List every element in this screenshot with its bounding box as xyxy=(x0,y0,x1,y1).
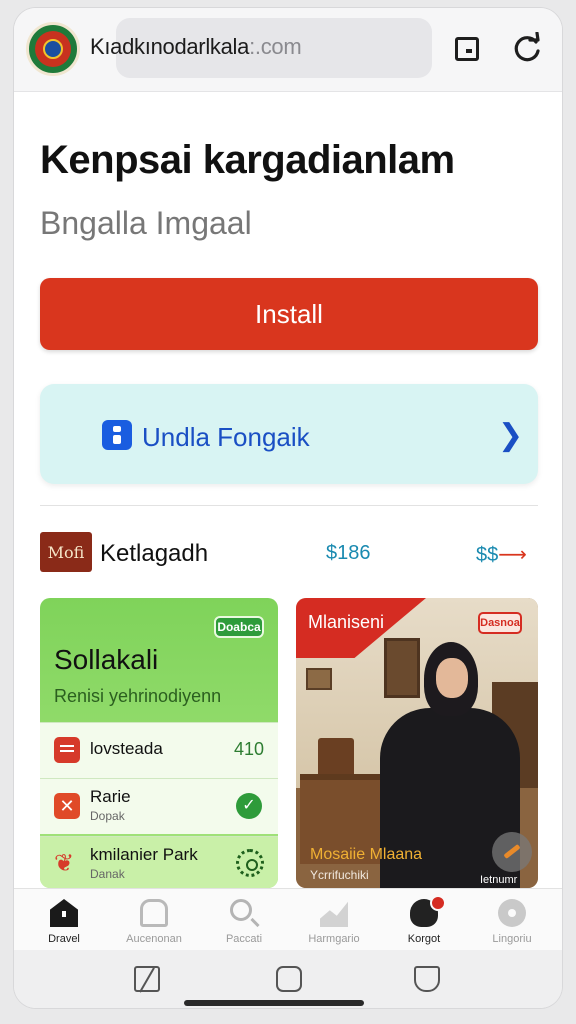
home-button-icon[interactable] xyxy=(276,966,302,992)
user-icon xyxy=(410,895,446,927)
category-header: Mofi Ketlagadh $186 $$⟶ xyxy=(40,530,538,574)
home-icon xyxy=(50,899,78,927)
address-bar-text[interactable]: Kıadkınodarlkala:.com xyxy=(90,34,302,60)
photo-card-badge: Dasnoa xyxy=(478,612,522,634)
green-card-title: Sollakali xyxy=(54,644,159,675)
url-tld: :.com xyxy=(249,34,302,59)
emblem-logo-icon[interactable] xyxy=(26,22,80,76)
tab-label: Harmgario xyxy=(308,933,360,945)
leaf-icon: ❦ xyxy=(54,850,75,877)
list-item-label: lovsteada xyxy=(90,739,163,758)
bus-icon xyxy=(140,899,168,927)
tabs-icon[interactable] xyxy=(450,32,484,66)
tab-dravel[interactable]: Dravel xyxy=(18,889,110,951)
list-item-sub: Dopak xyxy=(90,809,125,823)
tab-harmgario[interactable]: Harmgario xyxy=(288,889,380,951)
green-promo-card[interactable]: Doabca Sollakali Renisi yehrinodiyenn lo… xyxy=(40,598,278,888)
tab-korgot[interactable]: Korgot xyxy=(378,889,470,951)
category-badge: Mofi xyxy=(40,532,92,572)
info-card-link[interactable]: Undla Fongaik ❯ xyxy=(40,384,538,484)
tab-paccati[interactable]: Paccati xyxy=(198,889,290,951)
tab-aucenonan[interactable]: Aucenonan xyxy=(108,889,200,951)
home-indicator[interactable] xyxy=(184,1000,364,1006)
edit-icon[interactable] xyxy=(492,832,532,872)
photo-card-action-label: Ietnumr xyxy=(480,874,518,886)
category-price: $186 xyxy=(326,542,371,564)
list-item-label: Rarie xyxy=(90,787,131,806)
list-item[interactable]: ❦ kmilanier Park Danak xyxy=(40,836,278,888)
category-title: Ketlagadh xyxy=(100,540,209,567)
green-card-badge: Doabca xyxy=(214,616,264,638)
bottom-tab-bar: Dravel Aucenonan Paccati Harmgario Korgo… xyxy=(14,888,562,950)
browser-toolbar: Kıadkınodarlkala:.com xyxy=(14,8,562,92)
photo-card-title: Mlaniseni xyxy=(308,612,385,632)
tab-label: Paccati xyxy=(225,933,263,945)
tab-label: Aucenonan xyxy=(126,933,182,945)
green-card-subtitle: Renisi yehrinodiyenn xyxy=(54,686,222,706)
reload-icon[interactable] xyxy=(510,31,544,66)
section-divider xyxy=(40,505,538,506)
tab-label: Dravel xyxy=(48,933,80,945)
photo-card-subcaption: Ycrrifuchiki xyxy=(310,868,369,882)
tab-label: Korgot xyxy=(407,933,441,945)
list-item-value: 410 xyxy=(234,739,265,759)
settings-icon xyxy=(498,899,526,927)
info-card-label: Undla Fongaik xyxy=(142,422,310,452)
tab-lingoriu[interactable]: Lingoriu xyxy=(466,889,558,951)
back-icon[interactable] xyxy=(134,966,160,992)
page-title: Kenpsai kargadianlam xyxy=(40,138,455,182)
chevron-right-icon: ❯ xyxy=(498,419,524,452)
list-item-sub: Danak xyxy=(90,867,125,881)
category-more-link[interactable]: $$⟶ xyxy=(476,542,527,567)
chart-icon xyxy=(320,901,348,927)
gear-icon xyxy=(236,849,264,877)
tab-label: Lingoriu xyxy=(492,933,532,945)
list-icon xyxy=(54,737,80,763)
check-icon: ✓ xyxy=(236,793,262,819)
tools-icon: ✕ xyxy=(54,793,80,819)
app-icon xyxy=(102,420,132,450)
url-domain: Kıadkınodarlkala xyxy=(90,34,250,59)
recents-icon[interactable] xyxy=(414,966,440,992)
page-subtitle: Bngalla Imgaal xyxy=(40,205,252,241)
photo-card[interactable]: Mlaniseni Dasnoa Mosaiie Mlaana Ycrrifuc… xyxy=(296,598,538,888)
search-icon xyxy=(230,899,252,921)
arrow-right-icon: ⟶ xyxy=(498,544,527,566)
list-item-label: kmilanier Park xyxy=(90,845,198,864)
phone-screen: Kıadkınodarlkala:.com Kenpsai kargadianl… xyxy=(14,8,562,1008)
list-item[interactable]: lovsteada 410 xyxy=(40,722,278,778)
list-item[interactable]: ✕ Rarie Dopak ✓ xyxy=(40,778,278,834)
photo-card-caption: Mosaiie Mlaana xyxy=(310,846,423,863)
install-button[interactable]: Install xyxy=(40,278,538,350)
category-more-text: $$ xyxy=(476,544,499,566)
